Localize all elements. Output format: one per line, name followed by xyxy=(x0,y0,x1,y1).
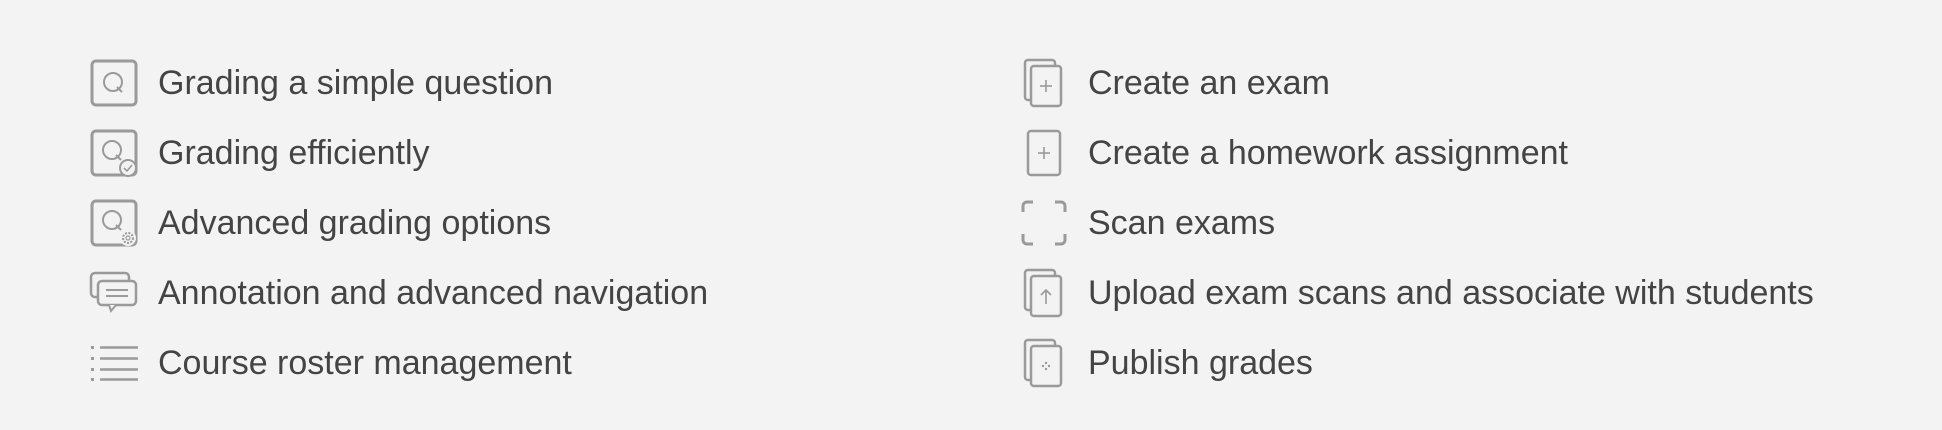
link-annotation-navigation[interactable]: Annotation and advanced navigation xyxy=(88,258,708,328)
comment-icon xyxy=(88,267,140,319)
scan-frame-icon xyxy=(1018,197,1070,249)
link-label: Scan exams xyxy=(1088,204,1276,242)
link-label: Create an exam xyxy=(1088,64,1330,102)
assignment-guides-list: Create an exam Create a homework assignm… xyxy=(1018,48,1814,398)
link-publish-grades[interactable]: Publish grades xyxy=(1018,328,1814,398)
stacked-page-dots-icon xyxy=(1018,337,1070,389)
link-label: Grading efficiently xyxy=(158,134,430,172)
link-label: Annotation and advanced navigation xyxy=(158,274,709,312)
link-scan-exams[interactable]: Scan exams xyxy=(1018,188,1814,258)
link-grading-efficiently[interactable]: Grading efficiently xyxy=(88,118,708,188)
link-create-exam[interactable]: Create an exam xyxy=(1018,48,1814,118)
link-label: Grading a simple question xyxy=(158,64,554,102)
list-icon xyxy=(88,337,140,389)
link-create-homework[interactable]: Create a homework assignment xyxy=(1018,118,1814,188)
link-label: Course roster management xyxy=(158,344,572,382)
grading-guides-list: Grading a simple question Grading effici… xyxy=(88,48,708,398)
link-label: Upload exam scans and associate with stu… xyxy=(1088,274,1814,312)
stacked-page-plus-icon xyxy=(1018,57,1070,109)
question-check-icon xyxy=(88,127,140,179)
link-label: Publish grades xyxy=(1088,344,1313,382)
link-label: Create a homework assignment xyxy=(1088,134,1569,172)
question-gear-icon xyxy=(88,197,140,249)
link-upload-scans[interactable]: Upload exam scans and associate with stu… xyxy=(1018,258,1814,328)
question-icon xyxy=(88,57,140,109)
stacked-page-upload-icon xyxy=(1018,267,1070,319)
link-label: Advanced grading options xyxy=(158,204,552,242)
page-plus-icon xyxy=(1018,127,1070,179)
link-advanced-grading-options[interactable]: Advanced grading options xyxy=(88,188,708,258)
link-grading-simple-question[interactable]: Grading a simple question xyxy=(88,48,708,118)
link-course-roster[interactable]: Course roster management xyxy=(88,328,708,398)
